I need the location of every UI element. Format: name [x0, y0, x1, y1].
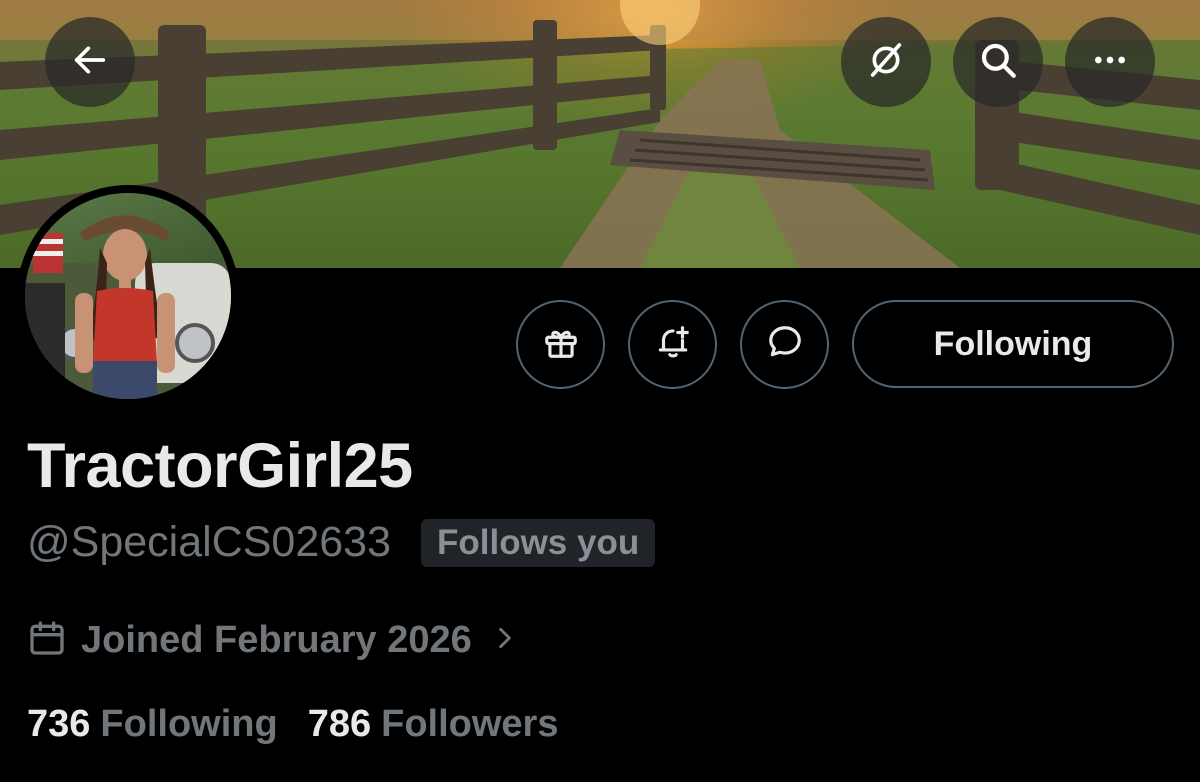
search-button[interactable]: [953, 17, 1043, 107]
profile-avatar[interactable]: [17, 185, 239, 407]
followers-count: 786: [307, 703, 372, 745]
joined-date-row[interactable]: Joined February 2026: [27, 618, 518, 663]
follows-you-badge: Follows you: [421, 518, 656, 567]
following-label: Following: [100, 703, 278, 745]
bell-plus-icon: [654, 323, 692, 366]
followers-label: Followers: [381, 703, 559, 745]
calendar-icon: [27, 618, 67, 663]
notifications-button[interactable]: [628, 300, 717, 389]
message-bubble-icon: [766, 323, 804, 366]
grok-button[interactable]: [841, 17, 931, 107]
user-handle: @SpecialCS02633: [27, 518, 391, 566]
more-horizontal-icon: [1090, 40, 1130, 85]
message-button[interactable]: [740, 300, 829, 389]
back-button[interactable]: [45, 17, 135, 107]
more-options-button[interactable]: [1065, 17, 1155, 107]
handle-row: @SpecialCS02633 Follows you: [27, 518, 656, 567]
following-stat[interactable]: 736 Following: [27, 703, 278, 746]
following-button[interactable]: Following: [852, 300, 1174, 388]
avatar-image: [25, 193, 231, 399]
display-name: TractorGirl25: [27, 431, 413, 501]
arrow-left-icon: [70, 40, 110, 85]
follow-stats: 736 Following 786 Followers: [27, 703, 558, 746]
joined-date: Joined February 2026: [81, 619, 472, 661]
grok-icon: [866, 40, 906, 85]
chevron-right-icon: [492, 623, 518, 658]
following-count: 736: [27, 703, 91, 745]
gift-button[interactable]: [516, 300, 605, 389]
search-icon: [977, 39, 1019, 86]
followers-stat[interactable]: 786 Followers: [308, 703, 559, 746]
gift-icon: [542, 323, 580, 366]
